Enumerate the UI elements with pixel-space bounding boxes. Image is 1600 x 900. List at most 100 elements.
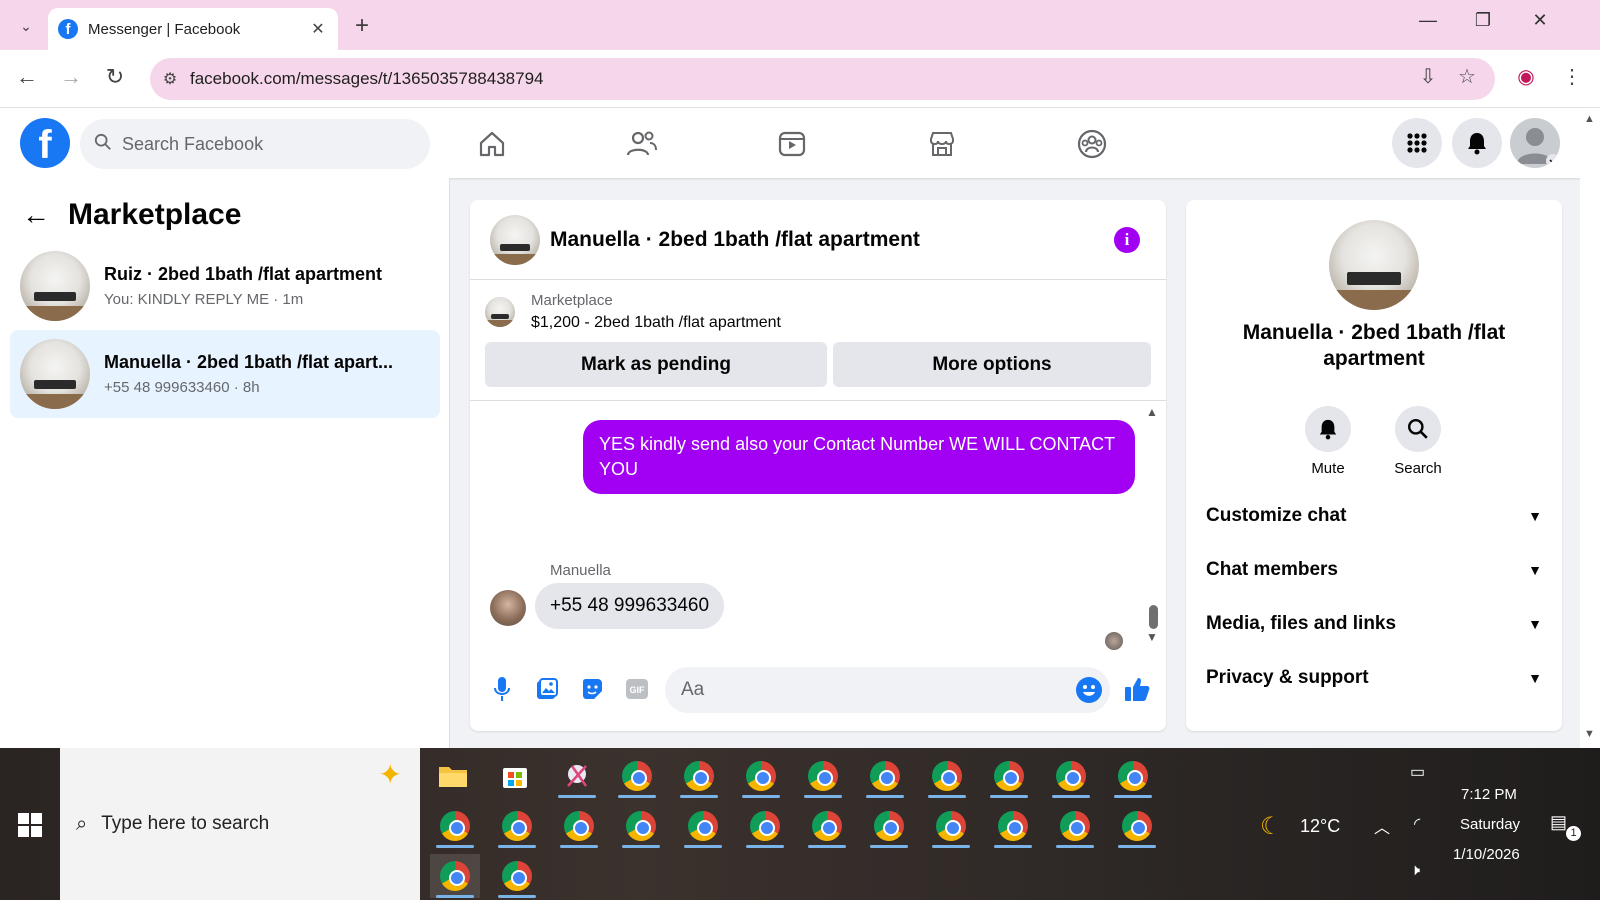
chat-title[interactable]: Manuella · 2bed 1bath /flat apartment [550, 228, 920, 252]
forward-button[interactable]: → [56, 64, 86, 90]
chrome-profile-3-icon[interactable] [736, 754, 786, 798]
chrome-profile-11-icon[interactable] [492, 804, 542, 848]
conversation-item-manuella[interactable]: Manuella · 2bed 1bath /flat apart... +55… [10, 330, 440, 418]
new-tab-button[interactable]: + [355, 12, 369, 40]
groups-icon[interactable] [1072, 124, 1112, 164]
message-input[interactable] [681, 679, 1061, 701]
chrome-profile-10-icon[interactable] [430, 804, 480, 848]
chrome-profile-7-icon[interactable] [984, 754, 1034, 798]
menu-grid-icon[interactable] [1392, 118, 1442, 168]
chrome-profile-14-icon[interactable] [678, 804, 728, 848]
back-arrow-icon[interactable]: ← [22, 199, 50, 231]
home-icon[interactable] [472, 124, 512, 164]
emoji-icon[interactable] [1076, 677, 1102, 703]
show-hidden-icons-chevron-up-icon[interactable]: ︿ [1374, 814, 1390, 838]
profile-icon[interactable]: ◉ [1512, 64, 1540, 89]
microphone-icon[interactable] [488, 675, 516, 703]
clock-time[interactable]: 7:12 PM [1461, 786, 1517, 803]
install-app-icon[interactable]: ⇩ [1414, 64, 1442, 89]
mark-as-pending-button[interactable]: Mark as pending [485, 342, 827, 387]
scroll-thumb[interactable] [1149, 605, 1158, 629]
video-icon[interactable] [772, 124, 812, 164]
chrome-profile-23-icon[interactable] [492, 854, 542, 898]
microsoft-store-icon[interactable] [490, 754, 540, 798]
incoming-message-bubble[interactable]: +55 48 999633460 [535, 583, 725, 629]
search-in-chat-button[interactable]: Search [1388, 406, 1448, 477]
page-scrollbar[interactable]: ▲ ▼ [1580, 108, 1600, 748]
privacy-support-section[interactable]: Privacy & support ▼ [1206, 663, 1542, 693]
sticker-icon[interactable] [578, 675, 606, 703]
minimize-button[interactable]: — [1408, 10, 1448, 31]
marketplace-listing-card[interactable]: Marketplace $1,200 - 2bed 1bath /flat ap… [485, 292, 781, 332]
notification-center-icon[interactable]: ▤ [1550, 812, 1567, 833]
message-input-box[interactable] [665, 667, 1110, 713]
temperature[interactable]: 12°C [1300, 816, 1340, 837]
file-explorer-icon[interactable] [428, 754, 478, 798]
chrome-profile-19-icon[interactable] [988, 804, 1038, 848]
customize-chat-section[interactable]: Customize chat ▼ [1206, 501, 1542, 531]
address-bar[interactable]: ⚙ facebook.com/messages/t/13650357884387… [150, 58, 1495, 100]
taskbar-search-box[interactable]: ⌕ Type here to search ✦ [60, 748, 420, 900]
chrome-profile-16-icon[interactable] [802, 804, 852, 848]
scroll-down-arrow-icon[interactable]: ▼ [1584, 728, 1595, 740]
friends-icon[interactable] [622, 124, 662, 164]
close-tab-icon[interactable]: ✕ [308, 19, 328, 39]
marketplace-icon[interactable] [922, 124, 962, 164]
chrome-profile-15-icon[interactable] [740, 804, 790, 848]
clock-day[interactable]: Saturday [1460, 816, 1520, 833]
wifi-icon[interactable]: ◜ [1414, 814, 1420, 834]
tab-search-menu-button[interactable]: ⌄ [10, 10, 42, 42]
chrome-profile-20-icon[interactable] [1050, 804, 1100, 848]
chrome-profile-6-icon[interactable] [922, 754, 972, 798]
restore-button[interactable]: ❐ [1463, 10, 1503, 31]
chrome-profile-21-icon[interactable] [1112, 804, 1162, 848]
chrome-profile-1-icon[interactable] [612, 754, 662, 798]
reload-button[interactable]: ↻ [100, 64, 130, 90]
snipping-tool-icon[interactable] [552, 754, 602, 798]
info-icon[interactable]: i [1114, 227, 1140, 253]
clock-date[interactable]: 1/10/2026 [1453, 846, 1520, 863]
close-window-button[interactable]: ✕ [1520, 10, 1560, 31]
facebook-search-input[interactable] [122, 133, 402, 155]
chrome-profile-22-icon[interactable] [430, 854, 480, 898]
chrome-profile-17-icon[interactable] [864, 804, 914, 848]
chrome-profile-2-icon[interactable] [674, 754, 724, 798]
battery-icon[interactable]: ▭ [1410, 762, 1425, 782]
site-info-icon[interactable]: ⚙ [150, 69, 190, 89]
chrome-profile-18-icon[interactable] [926, 804, 976, 848]
account-avatar[interactable] [1510, 118, 1560, 168]
listing-thumbnail[interactable] [490, 214, 540, 265]
scroll-up-arrow-icon[interactable]: ▲ [1584, 113, 1595, 125]
browser-menu-icon[interactable]: ⋮ [1558, 64, 1586, 89]
facebook-search[interactable] [80, 119, 430, 169]
chrome-profile-5-icon[interactable] [860, 754, 910, 798]
mute-button[interactable]: Mute [1298, 406, 1358, 477]
windows-start-button[interactable] [18, 813, 42, 837]
outgoing-message-bubble[interactable]: YES kindly send also your Contact Number… [583, 420, 1135, 494]
weather-moon-icon[interactable]: ☾ [1260, 812, 1282, 841]
browser-tab[interactable]: f Messenger | Facebook ✕ [48, 8, 338, 50]
notifications-bell-icon[interactable] [1452, 118, 1502, 168]
chrome-profile-8-icon[interactable] [1046, 754, 1096, 798]
sender-avatar[interactable] [490, 590, 526, 626]
more-options-button[interactable]: More options [833, 342, 1151, 387]
chat-members-section[interactable]: Chat members ▼ [1206, 555, 1542, 585]
volume-icon[interactable]: 🕨 [1410, 862, 1420, 880]
scroll-down-arrow-icon[interactable]: ▼ [1146, 630, 1158, 644]
message-scrollbar[interactable]: ▲ ▼ [1146, 405, 1160, 650]
thumbs-up-icon[interactable] [1123, 675, 1151, 703]
photo-attach-icon[interactable] [533, 675, 561, 703]
gif-icon[interactable]: GIF [623, 675, 651, 703]
chrome-profile-13-icon[interactable] [616, 804, 666, 848]
chrome-profile-4-icon[interactable] [798, 754, 848, 798]
conversation-item-ruiz[interactable]: Ruiz · 2bed 1bath /flat apartment You: K… [10, 242, 440, 330]
bookmark-star-icon[interactable]: ☆ [1453, 64, 1481, 89]
chrome-profile-12-icon[interactable] [554, 804, 604, 848]
back-button[interactable]: ← [12, 64, 42, 90]
media-files-links-section[interactable]: Media, files and links ▼ [1206, 609, 1542, 639]
chrome-profile-9-icon[interactable] [1108, 754, 1158, 798]
facebook-logo[interactable]: f [20, 118, 70, 168]
url-text[interactable]: facebook.com/messages/t/1365035788438794 [190, 69, 543, 89]
scroll-up-arrow-icon[interactable]: ▲ [1146, 405, 1158, 419]
listing-thumbnail[interactable] [1329, 220, 1419, 310]
